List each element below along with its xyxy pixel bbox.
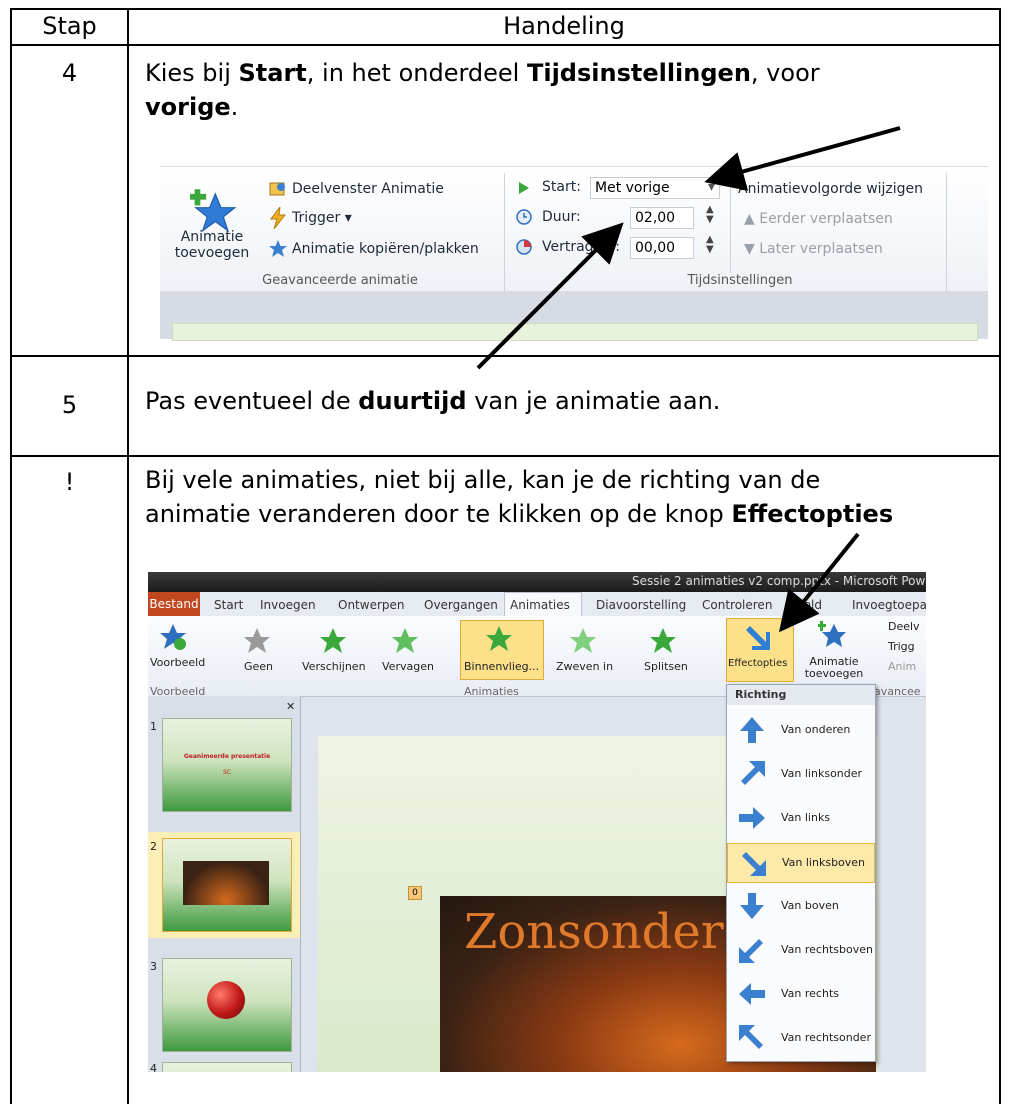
thumb-number: 2 bbox=[150, 840, 157, 853]
menu-item-from-right[interactable]: Van rechts bbox=[727, 975, 875, 1015]
slide-thumbnail[interactable]: Geanimeerde presentatie SC bbox=[162, 718, 292, 812]
thumb-photo bbox=[183, 861, 269, 905]
arrow-right-icon bbox=[739, 807, 765, 829]
arrow-up-icon bbox=[740, 717, 764, 743]
animation-badge: 0 bbox=[408, 886, 422, 900]
arrow-left-icon bbox=[739, 983, 765, 1005]
thumb-title: Geanimeerde presentatie bbox=[183, 753, 271, 760]
direction-menu: Richting Van onderen Van linksonder Van … bbox=[726, 684, 876, 1062]
document-page: Stap Handeling 4 Kies bij Start, in het … bbox=[0, 0, 1014, 1104]
menu-item-from-left[interactable]: Van links bbox=[727, 799, 875, 839]
arrow-down-right-icon bbox=[742, 852, 766, 876]
slide-thumbnail[interactable] bbox=[162, 958, 292, 1052]
pane-close-icon[interactable]: ✕ bbox=[286, 700, 295, 713]
thumb-number: 4 bbox=[150, 1062, 157, 1072]
annotation-arrow-effectopties bbox=[778, 532, 860, 633]
menu-item-from-top-left[interactable]: Van linksboven bbox=[727, 843, 875, 883]
menu-item-from-bottom-right[interactable]: Van rechtsonder bbox=[727, 1019, 875, 1059]
slide-thumbnail[interactable] bbox=[162, 1062, 292, 1072]
arrow-up-right-icon bbox=[741, 761, 765, 785]
thumb-number: 1 bbox=[150, 720, 157, 733]
thumb-number: 3 bbox=[150, 960, 157, 973]
apple-image bbox=[207, 981, 245, 1019]
menu-item-from-top[interactable]: Van boven bbox=[727, 887, 875, 927]
menu-item-from-bottom-left[interactable]: Van linksonder bbox=[727, 755, 875, 795]
thumb-subtitle: SC bbox=[223, 769, 231, 776]
menu-item-from-top-right[interactable]: Van rechtsboven bbox=[727, 931, 875, 971]
arrow-down-icon bbox=[740, 893, 764, 919]
arrow-down-left-icon bbox=[739, 939, 763, 963]
slide-thumbnail-selected[interactable] bbox=[162, 838, 292, 932]
arrow-up-left-icon bbox=[739, 1025, 763, 1049]
menu-item-from-bottom[interactable]: Van onderen bbox=[727, 711, 875, 751]
